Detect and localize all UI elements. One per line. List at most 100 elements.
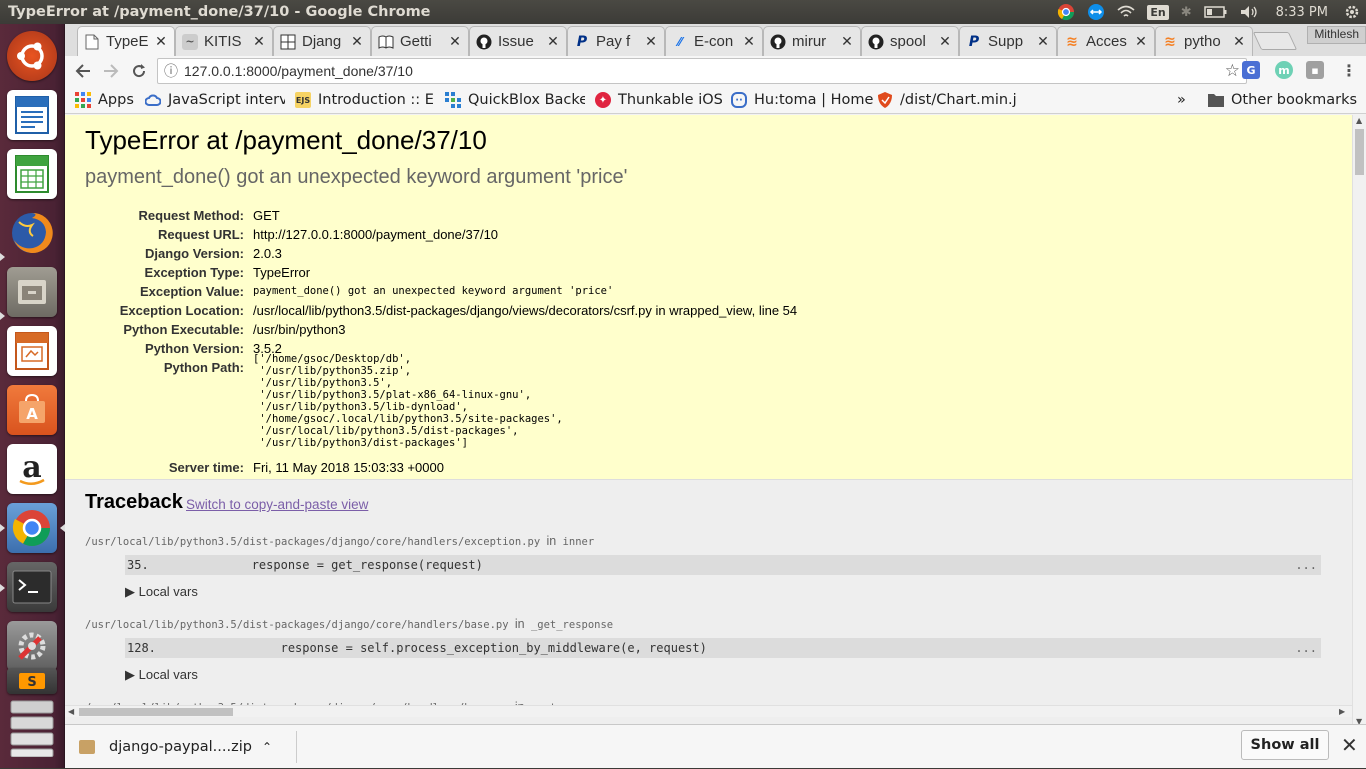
address-bar[interactable]: ⓘ 127.0.0.1:8000/payment_done/37/10 ☆ — [157, 58, 1247, 84]
terminal-icon[interactable] — [7, 562, 57, 612]
local-vars-toggle[interactable]: ▶ Local vars — [125, 667, 198, 683]
volume-icon[interactable] — [1234, 0, 1266, 24]
other-bookmarks-folder[interactable]: Other bookmarks — [1208, 90, 1357, 110]
shield-icon — [877, 92, 893, 108]
expand-context-button[interactable]: ... — [1295, 641, 1317, 655]
reload-button[interactable] — [125, 57, 153, 85]
hutoma-icon: ·· — [731, 92, 747, 108]
libreoffice-writer-icon[interactable] — [7, 90, 57, 140]
bookmark-chartjs[interactable]: /dist/Chart.min.j — [877, 90, 1017, 110]
close-tab-icon[interactable]: ✕ — [350, 34, 364, 50]
tab-typeerror[interactable]: TypeE ✕ — [77, 26, 175, 56]
close-tab-icon[interactable]: ✕ — [1134, 34, 1148, 50]
tab-spool[interactable]: spool ✕ — [861, 26, 959, 56]
download-bar: django-paypal....zip ⌃ Show all ✕ — [65, 724, 1366, 768]
mercury-extension-icon[interactable]: m — [1275, 61, 1293, 79]
close-tab-icon[interactable]: ✕ — [840, 34, 854, 50]
close-tab-icon[interactable]: ✕ — [644, 34, 658, 50]
scroll-left-arrow[interactable]: ◀ — [68, 707, 74, 716]
folder-icon — [1208, 92, 1224, 108]
close-tab-icon[interactable]: ✕ — [938, 34, 952, 50]
file-manager-icon[interactable] — [7, 267, 57, 317]
frame-code-line[interactable]: 35. response = get_response(request) ... — [125, 555, 1321, 575]
tab-kitis[interactable]: ~ KITIS ✕ — [175, 26, 273, 56]
system-settings-icon[interactable] — [7, 621, 57, 671]
bookmark-apps[interactable]: Apps — [75, 90, 134, 110]
paypal-icon: P — [968, 33, 980, 50]
close-tab-icon[interactable]: ✕ — [546, 34, 560, 50]
traceback-section: Traceback Switch to copy-and-paste view … — [65, 480, 1352, 729]
bookmark-thunkable[interactable]: ✦ Thunkable iOS — [595, 90, 723, 110]
tab-access[interactable]: ≋ Acces ✕ — [1057, 26, 1155, 56]
bookmarks-overflow-button[interactable]: » — [1177, 90, 1186, 110]
top-panel: TypeError at /payment_done/37/10 - Googl… — [0, 0, 1366, 24]
tab-python[interactable]: ≋ pytho ✕ — [1155, 26, 1253, 56]
wifi-icon[interactable] — [1111, 0, 1141, 24]
error-summary: TypeError at /payment_done/37/10 payment… — [65, 115, 1352, 480]
meta-exception-value: Exception Value: payment_done() got an un… — [139, 284, 614, 299]
keyboard-layout-indicator[interactable]: En — [1141, 0, 1174, 24]
close-tab-icon[interactable]: ✕ — [1232, 34, 1246, 50]
tab-mirur[interactable]: mirur ✕ — [763, 26, 861, 56]
power-gear-icon[interactable] — [1338, 0, 1366, 24]
translate-extension-icon[interactable]: G — [1242, 61, 1260, 79]
apps-grid-icon — [75, 92, 91, 108]
new-tab-button[interactable] — [1252, 32, 1298, 50]
horizontal-scrollbar[interactable]: ◀ ▶ — [65, 705, 1352, 717]
clock[interactable]: 8:33 PM — [1266, 0, 1338, 24]
profile-button[interactable]: Mithlesh — [1307, 26, 1366, 44]
tab-support[interactable]: P Supp ✕ — [959, 26, 1057, 56]
bookmark-javascript[interactable]: JavaScript interv — [145, 90, 285, 110]
close-tab-icon[interactable]: ✕ — [154, 34, 168, 50]
battery-icon[interactable] — [1198, 0, 1234, 24]
bookmark-star-icon[interactable]: ☆ — [1225, 61, 1240, 81]
github-icon — [770, 34, 786, 50]
vertical-scroll-thumb[interactable] — [1355, 129, 1364, 175]
bookmark-quickblox[interactable]: QuickBlox Backe — [445, 90, 585, 110]
close-tab-icon[interactable]: ✕ — [1036, 34, 1050, 50]
chevron-up-icon[interactable]: ⌃ — [262, 740, 272, 754]
menu-icon[interactable]: ⋮ — [1340, 61, 1358, 80]
libreoffice-calc-icon[interactable] — [7, 149, 57, 199]
close-tab-icon[interactable]: ✕ — [252, 34, 266, 50]
sublime-text-icon[interactable]: S — [7, 668, 57, 694]
tab-issues[interactable]: Issue ✕ — [469, 26, 567, 56]
back-button[interactable] — [69, 57, 97, 85]
local-vars-toggle[interactable]: ▶ Local vars — [125, 584, 198, 600]
tab-django[interactable]: Djang ✕ — [273, 26, 371, 56]
book-icon — [378, 34, 394, 50]
scroll-up-arrow[interactable]: ▲ — [1356, 116, 1362, 125]
tab-e-commerce[interactable]: ⁄⁄ E-con ✕ — [665, 26, 763, 56]
ubuntu-dash-icon[interactable] — [7, 31, 57, 81]
vertical-scrollbar[interactable]: ▲ ▼ — [1352, 115, 1366, 729]
tab-getting[interactable]: Getti ✕ — [371, 26, 469, 56]
show-all-button[interactable]: Show all — [1241, 730, 1329, 760]
forward-button[interactable] — [97, 57, 125, 85]
tab-pay-for[interactable]: P Pay f ✕ — [567, 26, 665, 56]
chat-extension-icon[interactable]: ▪ — [1306, 61, 1324, 79]
info-icon[interactable]: ⓘ — [158, 61, 184, 81]
close-icon[interactable]: ✕ — [1341, 733, 1358, 757]
horizontal-scroll-thumb[interactable] — [79, 708, 233, 716]
download-item[interactable]: django-paypal....zip ⌃ — [79, 725, 272, 769]
ubuntu-software-icon[interactable]: A — [7, 385, 57, 435]
frame-filename[interactable]: /usr/local/lib/python3.5/dist-packages/d… — [85, 617, 613, 631]
chrome-tray-icon[interactable] — [1051, 0, 1081, 24]
paypal-icon: P — [576, 33, 588, 50]
bluetooth-icon[interactable]: ✱ — [1175, 0, 1198, 24]
switch-copy-paste-link[interactable]: Switch to copy-and-paste view — [186, 497, 368, 512]
frame-code-line[interactable]: 128. response = self.process_exception_b… — [125, 638, 1321, 658]
frame-filename[interactable]: /usr/local/lib/python3.5/dist-packages/d… — [85, 534, 594, 548]
bookmark-ejs[interactable]: EJS Introduction :: El — [295, 90, 433, 110]
close-tab-icon[interactable]: ✕ — [448, 34, 462, 50]
trash-stack-icon[interactable] — [7, 697, 57, 757]
scroll-right-arrow[interactable]: ▶ — [1339, 707, 1345, 716]
expand-context-button[interactable]: ... — [1295, 558, 1317, 572]
bookmark-hutoma[interactable]: ·· Hu:toma | Home — [731, 90, 873, 110]
firefox-icon[interactable] — [7, 208, 57, 258]
teamviewer-icon[interactable] — [1081, 0, 1111, 24]
libreoffice-impress-icon[interactable] — [7, 326, 57, 376]
chrome-launcher-icon[interactable] — [7, 503, 57, 553]
amazon-icon[interactable]: a — [7, 444, 57, 494]
close-tab-icon[interactable]: ✕ — [742, 34, 756, 50]
